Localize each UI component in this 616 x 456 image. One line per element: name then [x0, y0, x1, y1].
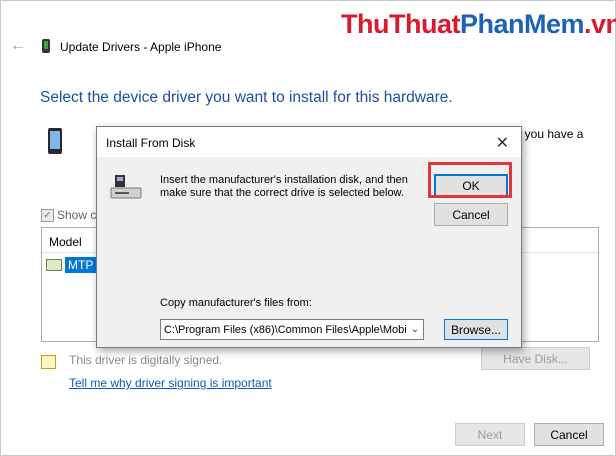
next-button[interactable]: Next [455, 423, 525, 446]
hidden-text-right: f you have a [518, 127, 584, 141]
checkmark-icon[interactable]: ✓ [41, 208, 54, 222]
show-compatible-checkbox[interactable]: ✓ Show co [41, 208, 103, 222]
close-icon[interactable]: ✕ [496, 133, 509, 153]
copy-from-label: Copy manufacturer's files from: [160, 297, 312, 309]
cancel-button[interactable]: Cancel [534, 423, 604, 446]
watermark-logo: ThuThuatPhanMem.vn [341, 9, 616, 40]
watermark-part2: PhanMem [459, 9, 585, 39]
page-heading: Select the device driver you want to ins… [40, 89, 453, 106]
browse-button[interactable]: Browse... [444, 319, 508, 340]
chevron-down-icon[interactable]: ⌄ [407, 324, 423, 335]
signed-driver-icon [41, 355, 56, 369]
dialog-titlebar: Install From Disk ✕ [97, 127, 521, 157]
source-path-dropdown[interactable]: C:\Program Files (x86)\Common Files\Appl… [160, 319, 424, 340]
phone-icon [42, 39, 50, 53]
window-title: Update Drivers - Apple iPhone [60, 40, 222, 54]
dialog-cancel-button[interactable]: Cancel [434, 203, 508, 226]
watermark-part3: .vn [584, 9, 616, 39]
device-icon [48, 128, 62, 154]
dialog-message: Insert the manufacturer's installation d… [160, 174, 408, 199]
dialog-title: Install From Disk [106, 136, 196, 150]
driver-signing-link[interactable]: Tell me why driver signing is important [69, 376, 272, 390]
disk-drive-icon [110, 175, 142, 199]
signed-status-text: This driver is digitally signed. [69, 353, 223, 367]
model-column-header: Model [49, 235, 82, 249]
watermark-part1: ThuThuat [341, 9, 460, 39]
have-disk-button[interactable]: Have Disk... [481, 347, 590, 370]
install-from-disk-dialog: Install From Disk ✕ Insert the manufactu… [96, 126, 522, 348]
driver-icon [46, 258, 62, 271]
source-path-value: C:\Program Files (x86)\Common Files\Appl… [164, 323, 407, 336]
back-arrow-icon[interactable]: ← [10, 38, 26, 54]
ok-highlight-frame [428, 162, 512, 198]
